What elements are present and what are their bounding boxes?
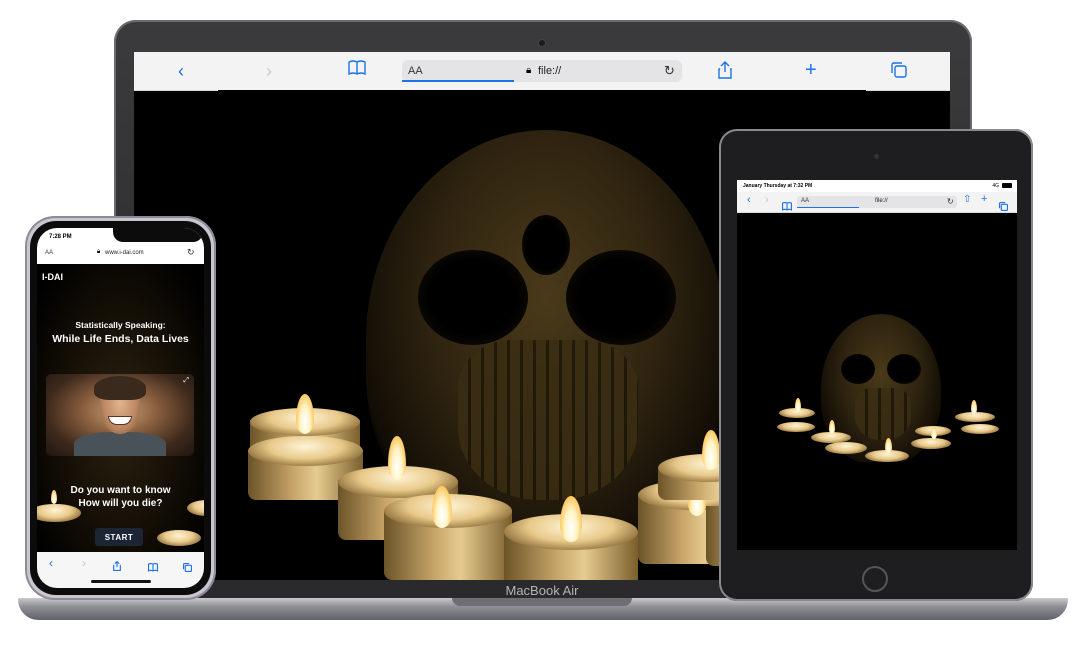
jaw [458,340,638,500]
status-time: January Thursday at 7:32 PM [743,183,813,189]
plus-icon[interactable]: + [805,60,817,80]
battery-icon [1002,183,1012,188]
share-icon[interactable] [113,558,121,576]
start-button[interactable]: START [95,528,143,546]
share-icon[interactable]: ⇧ [963,195,971,205]
nasal-cavity [522,215,570,275]
macbook-camera [539,40,545,46]
eye-socket-left [418,250,528,345]
flame [296,394,314,434]
status-time: 7:28 PM [49,234,72,240]
tabs-icon[interactable] [183,559,192,577]
status-network: 4G [992,183,999,189]
flame [885,438,892,453]
person-shirt [74,432,166,456]
landing-page: I-DAI Statistically Speaking: While Life… [37,264,204,552]
home-indicator[interactable] [91,580,151,583]
url-text: file:// [875,198,888,204]
site-logo[interactable]: I-DAI [42,272,63,282]
fullscreen-icon[interactable]: ⤢ [183,377,189,385]
video-player[interactable]: ⤢ [46,374,194,456]
lock-icon: 🔒︎ [526,65,532,76]
macbook-trackpad-notch [452,598,632,606]
flame [829,420,835,434]
browser-toolbar: ‹ › AA 🔒︎ file:// ↻ + [134,52,950,91]
hero-headline: While Life Ends, Data Lives [52,333,189,345]
reload-icon[interactable]: ↻ [187,247,195,258]
chevron-right-icon[interactable]: › [765,195,769,206]
flame [971,400,977,414]
candle [911,438,951,449]
ipad-status-bar: January Thursday at 7:32 PM 4G [737,180,1017,192]
chevron-left-icon[interactable]: ‹ [178,62,184,80]
chevron-right-icon[interactable]: › [266,62,272,80]
jaw [855,388,911,440]
ipad-camera [874,154,879,159]
person-hair [94,376,146,400]
lock-icon: 🔒︎ [97,249,101,255]
iphone-bottom-toolbar: ‹ › [37,552,204,588]
candle [825,442,867,454]
url-text[interactable]: www.i-dai.com [105,250,144,256]
reload-icon[interactable]: ↻ [664,63,675,79]
book-icon[interactable] [782,196,792,214]
text-size-button[interactable]: AA [408,65,423,77]
text-size-button[interactable]: AA [45,250,53,256]
ipad-browser-toolbar: ‹ › AA file:// ↻ ⇧ + [737,192,1017,213]
chevron-left-icon[interactable]: ‹ [747,195,751,206]
eye-socket-right [887,354,921,384]
candle [157,530,201,546]
candle [777,422,815,432]
plus-icon[interactable]: + [981,194,987,205]
url-text: file:// [538,65,562,77]
address-bar[interactable]: AA file:// ↻ [797,196,957,208]
iphone-screen: 7:28 PM 4G AA 🔒︎ www.i-dai.com ↻ I-DAI S… [37,228,204,588]
candle [961,424,999,434]
book-icon[interactable] [148,559,158,577]
eye-socket-left [841,354,875,384]
chevron-left-icon[interactable]: ‹ [49,556,53,570]
question-line-1: Do you want to know [70,485,171,496]
flame [795,398,801,412]
tabs-icon[interactable] [891,62,907,81]
ipad-home-button[interactable] [862,566,888,592]
flame [702,430,720,470]
skull-candles-image [737,314,1017,462]
flame [931,426,937,439]
load-progress [797,207,859,208]
reload-icon[interactable]: ↻ [947,197,954,206]
address-bar[interactable]: AA 🔒︎ file:// ↻ [402,60,682,82]
iphone-notch [113,228,203,242]
load-progress [402,80,514,82]
eye-socket-right [566,250,676,345]
question-text: Do you want to know How will you die? [37,484,204,510]
chevron-right-icon[interactable]: › [82,556,86,570]
tabs-icon[interactable] [999,196,1008,214]
text-size-button[interactable]: AA [801,198,809,204]
candle [248,436,363,466]
share-icon[interactable] [718,61,732,82]
question-line-2: How will you die? [78,498,163,509]
ipad-screen: January Thursday at 7:32 PM 4G ‹ › AA fi… [737,180,1017,550]
book-icon[interactable] [348,60,366,79]
hero-subtitle: Statistically Speaking: [75,320,166,330]
